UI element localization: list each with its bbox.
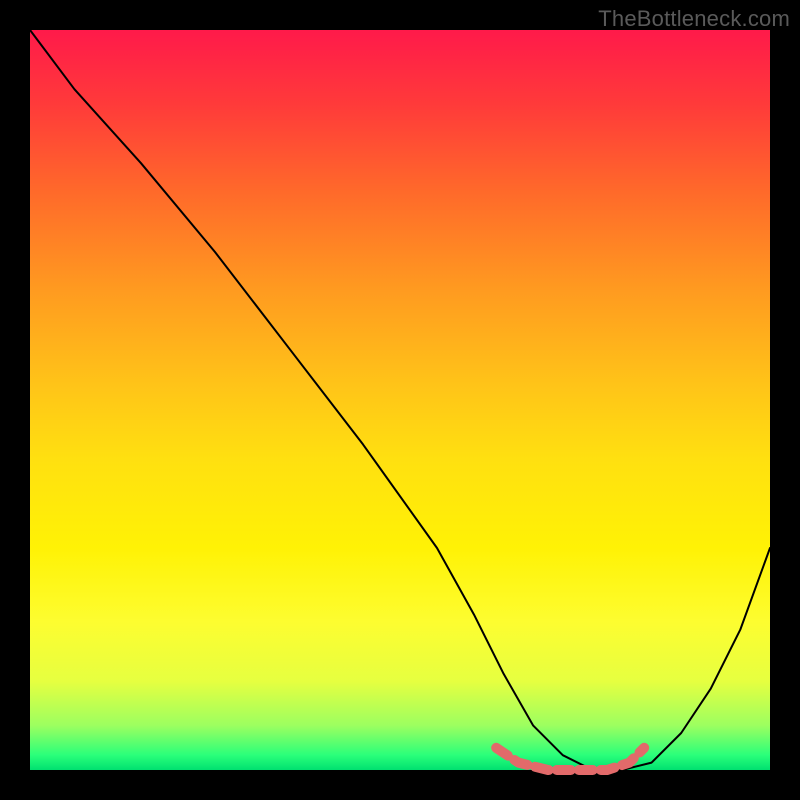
bottleneck-curve (30, 30, 770, 770)
chart-frame: TheBottleneck.com (0, 0, 800, 800)
plot-area (30, 30, 770, 770)
watermark-text: TheBottleneck.com (598, 6, 790, 32)
curve-layer (30, 30, 770, 770)
